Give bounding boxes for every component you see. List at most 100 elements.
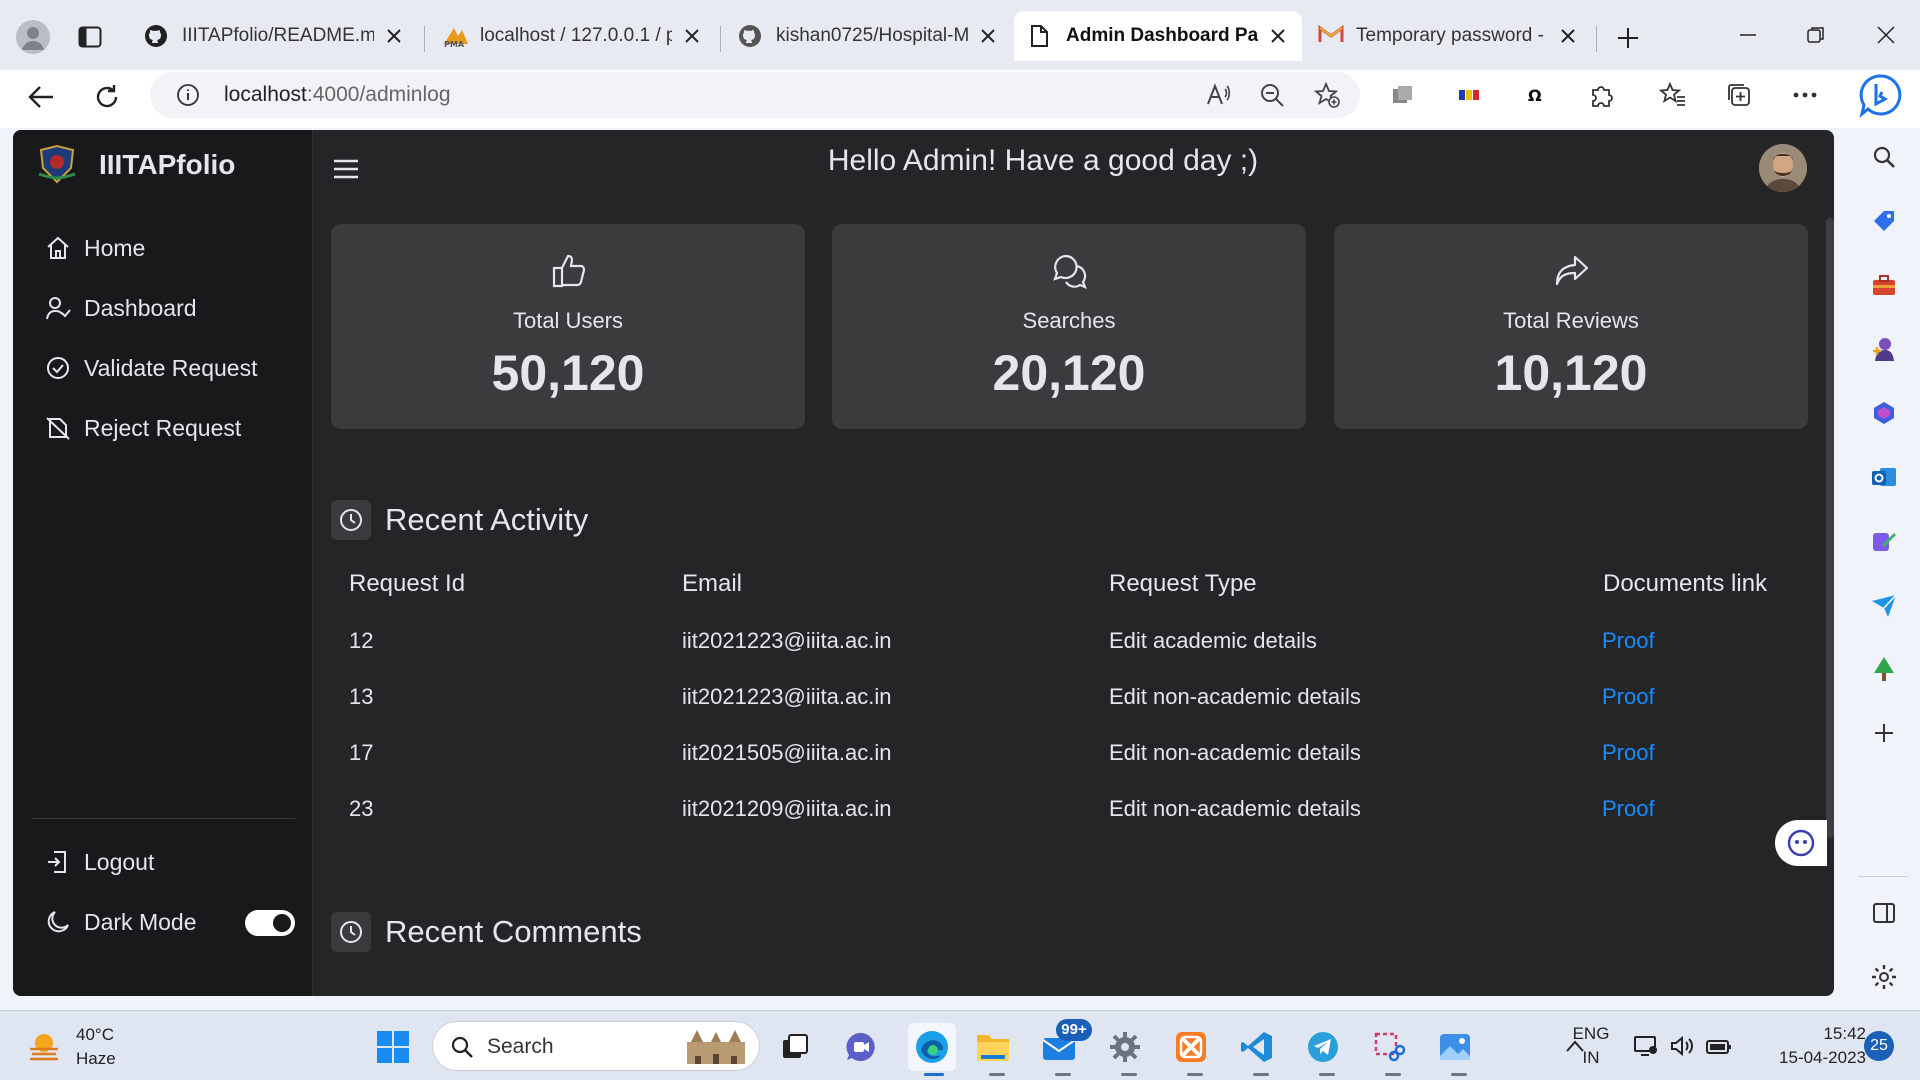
volume-icon[interactable] bbox=[1668, 1033, 1696, 1059]
stat-value: 10,120 bbox=[1494, 345, 1648, 401]
tab-phpmyadmin[interactable]: PMA localhost / 127.0.0.1 / phpMyAdmin bbox=[428, 11, 716, 61]
new-tab-icon[interactable] bbox=[1612, 22, 1644, 54]
nav-reject-request[interactable]: Reject Request bbox=[44, 408, 241, 448]
proof-link[interactable]: Proof bbox=[1602, 740, 1655, 766]
display-icon[interactable] bbox=[1632, 1033, 1660, 1059]
task-view-icon[interactable] bbox=[776, 1028, 814, 1066]
thumbs-up-icon bbox=[550, 252, 588, 290]
battery-icon[interactable] bbox=[1704, 1033, 1734, 1059]
address-bar[interactable]: localhost:4000/adminlog bbox=[150, 72, 1360, 118]
close-icon[interactable] bbox=[1558, 26, 1578, 46]
nav-validate-request[interactable]: Validate Request bbox=[44, 348, 257, 388]
start-icon[interactable] bbox=[374, 1028, 412, 1066]
avatar[interactable] bbox=[1759, 144, 1807, 192]
iiita-logo-icon bbox=[35, 144, 79, 186]
outlook-icon[interactable] bbox=[1869, 462, 1899, 492]
add-sidebar-app-icon[interactable] bbox=[1869, 718, 1899, 748]
proof-link[interactable]: Proof bbox=[1602, 628, 1655, 654]
puzzle-extensions-icon[interactable] bbox=[1584, 78, 1618, 112]
stat-card-total-users: Total Users 50,120 bbox=[331, 224, 805, 429]
minimize-icon[interactable] bbox=[1730, 20, 1766, 50]
clock-date[interactable]: 15-04-2023 bbox=[1746, 1048, 1866, 1068]
running-app-indicator bbox=[1253, 1073, 1269, 1076]
close-icon[interactable] bbox=[682, 26, 702, 46]
teams-chat-icon[interactable] bbox=[842, 1028, 880, 1066]
tab-admin-dashboard[interactable]: Admin Dashboard Panel bbox=[1014, 11, 1302, 61]
clock-icon bbox=[331, 500, 371, 540]
edge-icon[interactable] bbox=[908, 1023, 956, 1071]
favorites-icon[interactable] bbox=[1656, 78, 1690, 112]
settings-icon[interactable] bbox=[1869, 962, 1899, 992]
nav-logout[interactable]: Logout bbox=[44, 842, 154, 882]
close-icon[interactable] bbox=[384, 26, 404, 46]
proof-link[interactable]: Proof bbox=[1602, 684, 1655, 710]
search-icon[interactable] bbox=[1869, 142, 1899, 172]
designer-icon[interactable] bbox=[1869, 526, 1899, 556]
active-app-indicator bbox=[924, 1073, 944, 1076]
tree-icon[interactable] bbox=[1869, 654, 1899, 684]
tab-separator bbox=[424, 26, 425, 52]
tab-readme[interactable]: IIITAPfolio/README.md bbox=[130, 11, 418, 61]
close-window-icon[interactable] bbox=[1868, 20, 1904, 50]
favorite-add-icon[interactable] bbox=[1312, 81, 1342, 109]
reload-icon[interactable] bbox=[90, 80, 124, 114]
weather-desc: Haze bbox=[76, 1049, 116, 1068]
flag-extension-icon[interactable] bbox=[1452, 78, 1486, 112]
running-app-indicator bbox=[1121, 1073, 1137, 1076]
haze-icon bbox=[26, 1029, 62, 1065]
tab-hospital[interactable]: kishan0725/Hospital-Management bbox=[724, 11, 1012, 61]
tab-separator bbox=[1596, 26, 1597, 52]
github-icon bbox=[144, 24, 168, 48]
settings-gear-icon[interactable] bbox=[1106, 1028, 1144, 1066]
back-icon[interactable] bbox=[24, 80, 58, 114]
profile-icon[interactable] bbox=[16, 20, 50, 54]
tab-gmail[interactable]: Temporary password - sl bbox=[1304, 11, 1592, 61]
omega-extension-icon[interactable]: Ω bbox=[1518, 78, 1552, 112]
tools-icon[interactable] bbox=[1869, 270, 1899, 300]
close-icon[interactable] bbox=[1268, 26, 1288, 46]
close-icon[interactable] bbox=[978, 26, 998, 46]
language-top[interactable]: ENG bbox=[1568, 1024, 1614, 1044]
proof-link[interactable]: Proof bbox=[1602, 796, 1655, 822]
send-icon[interactable] bbox=[1869, 590, 1899, 620]
hamburger-menu-icon[interactable] bbox=[331, 154, 361, 184]
xampp-icon[interactable] bbox=[1172, 1028, 1210, 1066]
tab-actions-icon[interactable] bbox=[76, 24, 104, 50]
notification-badge[interactable]: 25 bbox=[1864, 1031, 1894, 1061]
info-icon[interactable] bbox=[176, 83, 200, 107]
tab-title: Admin Dashboard Panel bbox=[1066, 25, 1258, 46]
chat-assistant-icon[interactable] bbox=[1775, 820, 1827, 866]
clock-time[interactable]: 15:42 bbox=[1746, 1024, 1866, 1044]
url-text[interactable]: localhost:4000/adminlog bbox=[224, 83, 451, 107]
office-icon[interactable] bbox=[1869, 398, 1899, 428]
brand[interactable]: IIITAPfolio bbox=[35, 144, 235, 186]
telegram-icon[interactable] bbox=[1304, 1028, 1342, 1066]
hide-sidebar-icon[interactable] bbox=[1869, 898, 1899, 928]
more-options-icon[interactable] bbox=[1788, 78, 1822, 112]
nav-label: Validate Request bbox=[84, 354, 258, 381]
dark-mode-toggle[interactable] bbox=[245, 910, 295, 936]
bing-chat-icon[interactable] bbox=[1858, 72, 1904, 118]
page-icon bbox=[1028, 24, 1052, 48]
photos-icon[interactable] bbox=[1436, 1028, 1474, 1066]
nav-home[interactable]: Home bbox=[44, 228, 145, 268]
no-file-icon bbox=[44, 414, 72, 442]
snipping-tool-icon[interactable] bbox=[1370, 1028, 1408, 1066]
restore-icon[interactable] bbox=[1798, 20, 1834, 50]
extensions-collection-icon[interactable] bbox=[1386, 78, 1420, 112]
file-explorer-icon[interactable] bbox=[974, 1028, 1012, 1066]
page-scrollbar[interactable] bbox=[1826, 218, 1834, 838]
stat-value: 50,120 bbox=[491, 345, 645, 401]
nav-dashboard[interactable]: Dashboard bbox=[44, 288, 197, 328]
user-icon bbox=[44, 294, 72, 322]
taskbar-search[interactable]: Search bbox=[432, 1021, 760, 1071]
games-icon[interactable] bbox=[1869, 334, 1899, 364]
shopping-tag-icon[interactable] bbox=[1869, 206, 1899, 236]
cell-request-id: 13 bbox=[349, 684, 374, 709]
read-aloud-icon[interactable] bbox=[1204, 81, 1232, 109]
weather-widget[interactable]: 40°C Haze bbox=[26, 1023, 116, 1071]
language-bottom[interactable]: IN bbox=[1568, 1048, 1614, 1068]
vscode-icon[interactable] bbox=[1238, 1028, 1276, 1066]
zoom-out-icon[interactable] bbox=[1258, 81, 1286, 109]
collections-icon[interactable] bbox=[1722, 78, 1756, 112]
